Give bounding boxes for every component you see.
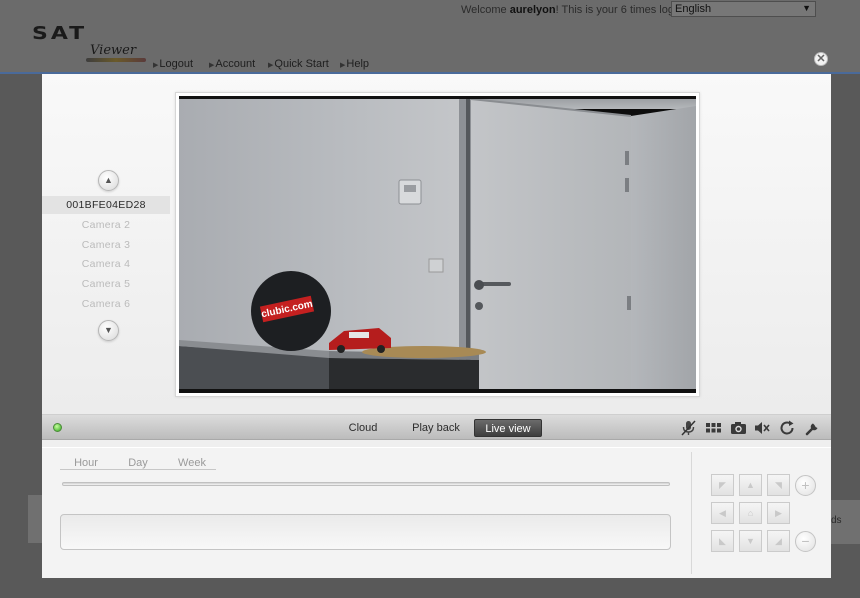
camera-item-6[interactable]: Camera 6 — [42, 295, 170, 313]
ptz-up-right-button[interactable]: ◥ — [767, 474, 790, 496]
nav-quick-start[interactable]: ▶Quick Start — [268, 58, 329, 70]
camera-item-2[interactable]: Camera 2 — [42, 216, 170, 234]
logo-main-text: SAT — [32, 24, 88, 44]
language-value: English — [675, 3, 712, 15]
ptz-down-left-button[interactable]: ◣ — [711, 530, 734, 552]
scroll-down-icon[interactable]: ▼ — [98, 320, 119, 341]
username: aurelyon — [509, 4, 556, 16]
nav-account-label: Account — [215, 58, 256, 70]
camera-item-4[interactable]: Camera 4 — [42, 255, 170, 273]
background-peek-text: ds — [831, 515, 842, 526]
scroll-up-icon[interactable]: ▲ — [98, 170, 119, 191]
video-frame: clubic.com — [175, 92, 700, 397]
connection-status-icon — [53, 423, 62, 432]
arrow-right-icon: ▶ — [268, 62, 274, 69]
language-select[interactable]: English ▼ — [671, 1, 816, 17]
tab-play-back[interactable]: Play back — [406, 419, 466, 437]
nav-account[interactable]: ▶Account — [209, 58, 255, 70]
live-video[interactable]: clubic.com — [179, 96, 696, 393]
logo-sub-text: Viewer — [90, 43, 137, 58]
ptz-up-button[interactable]: ▲ — [739, 474, 762, 496]
camera-item-5[interactable]: Camera 5 — [42, 275, 170, 293]
welcome-message: Welcome aurelyon! This is your 6 times l… — [461, 4, 686, 16]
recording-events-area[interactable] — [60, 514, 671, 550]
nav-quick-start-label: Quick Start — [274, 58, 329, 70]
playback-panel: Hour Day Week ◤ ▲ ◥ ◀ ⌂ ▶ ◣ ▼ ◢ + − — [42, 447, 831, 578]
range-tabs-divider — [60, 469, 216, 470]
ptz-up-left-button[interactable]: ◤ — [711, 474, 734, 496]
viewer-upper-panel: ▲ 001BFE04ED28 Camera 2 Camera 3 Camera … — [42, 74, 831, 414]
wrench-icon[interactable] — [804, 420, 821, 436]
grid-layout-icon[interactable] — [705, 420, 722, 436]
nav-logout[interactable]: ▶Logout — [153, 58, 193, 70]
sat-viewer-logo[interactable]: SAT Viewer — [32, 24, 152, 68]
camera-viewer-modal: ▲ 001BFE04ED28 Camera 2 Camera 3 Camera … — [42, 74, 831, 578]
welcome-suffix: ! This is your 6 times login. — [555, 4, 686, 16]
close-icon[interactable]: ✕ — [814, 52, 828, 66]
nav-logout-label: Logout — [159, 58, 194, 70]
speaker-muted-icon[interactable] — [754, 420, 771, 436]
zoom-out-icon[interactable]: − — [795, 531, 816, 552]
viewer-toolbar: Cloud Play back Live view — [42, 414, 831, 440]
playback-timeline-slider[interactable] — [62, 482, 670, 486]
arrow-right-icon: ▶ — [153, 62, 159, 69]
nav-help[interactable]: ▶Help — [340, 58, 369, 70]
logo-swoosh — [86, 58, 146, 62]
ptz-home-button[interactable]: ⌂ — [739, 502, 762, 524]
tab-live-view[interactable]: Live view — [474, 419, 542, 437]
microphone-muted-icon[interactable] — [680, 420, 697, 436]
ptz-down-button[interactable]: ▼ — [739, 530, 762, 552]
background-panel — [28, 495, 42, 543]
camera-item-3[interactable]: Camera 3 — [42, 236, 170, 254]
site-header: SAT Viewer Welcome aurelyon! This is you… — [0, 0, 860, 74]
camera-snapshot-icon[interactable] — [730, 420, 747, 436]
ptz-left-button[interactable]: ◀ — [711, 502, 734, 524]
arrow-right-icon: ▶ — [340, 62, 346, 69]
chevron-down-icon: ▼ — [802, 3, 811, 13]
tab-cloud[interactable]: Cloud — [340, 419, 386, 437]
arrow-right-icon: ▶ — [209, 62, 215, 69]
live-video-scene — [179, 96, 696, 393]
nav-help-label: Help — [346, 58, 370, 70]
ptz-right-button[interactable]: ▶ — [767, 502, 790, 524]
zoom-in-icon[interactable]: + — [795, 475, 816, 496]
panel-divider — [691, 452, 692, 574]
camera-item-001bfe04ed28[interactable]: 001BFE04ED28 — [42, 196, 170, 214]
refresh-icon[interactable] — [779, 420, 796, 436]
ptz-down-right-button[interactable]: ◢ — [767, 530, 790, 552]
welcome-prefix: Welcome — [461, 4, 510, 16]
